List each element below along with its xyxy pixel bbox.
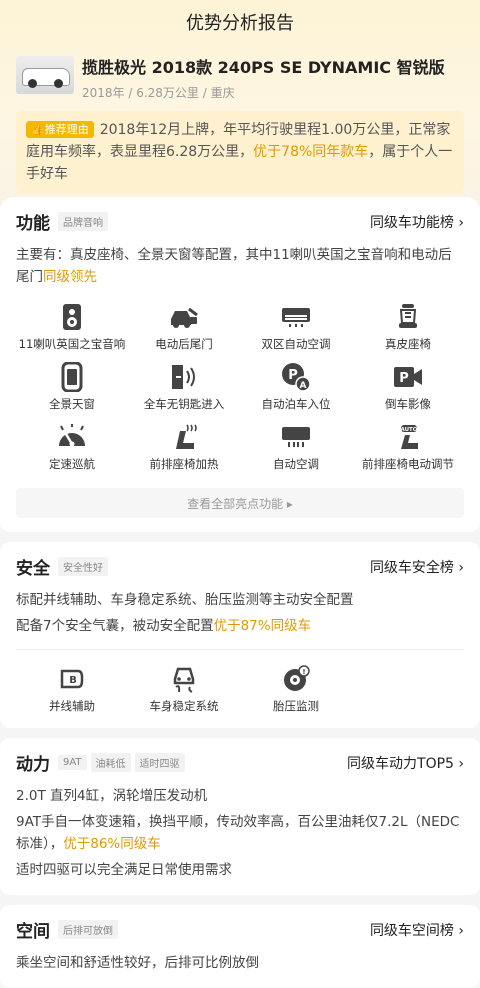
svg-text:A: A: [300, 381, 307, 391]
car-thumbnail: [16, 56, 74, 94]
ac-icon: [281, 302, 311, 332]
feature-item[interactable]: 定速巡航: [16, 422, 128, 472]
top-banner: 优势分析报告 揽胜极光 2018款 240PS SE DYNAMIC 智锐版 2…: [0, 0, 480, 207]
function-rank-link[interactable]: 同级车功能榜 ›: [370, 212, 464, 232]
view-all-features-button[interactable]: 查看全部亮点功能 ▸: [16, 488, 464, 518]
reason-highlight: 优于78%同年款车: [253, 144, 369, 160]
function-features: 11喇叭英国之宝音响 电动后尾门 双区自动空调 真皮座椅 全景天窗 全车无钥匙进…: [16, 302, 464, 472]
power-chip: 油耗低: [90, 753, 131, 772]
divider: [16, 649, 464, 650]
function-card: 功能 品牌音响 同级车功能榜 › 主要有：真皮座椅、全景天窗等配置，其中11喇叭…: [0, 197, 480, 532]
function-chip: 品牌音响: [58, 212, 108, 231]
svg-text:P: P: [399, 371, 409, 386]
space-title: 空间: [16, 922, 50, 942]
safety-text-2: 配备7个安全气囊，被动安全配置优于87%同级车: [16, 618, 312, 634]
page-title: 优势分析报告: [186, 13, 294, 34]
power-card: 动力 9AT 油耗低 适时四驱 同级车动力TOP5 › 2.0T 直列4缸，涡轮…: [0, 738, 480, 895]
thumb-up-icon: 👍: [31, 123, 45, 136]
cruise-icon: [57, 422, 87, 452]
svg-text:B: B: [69, 675, 77, 686]
car-meta: 2018年 / 6.28万公里 / 重庆: [82, 86, 235, 100]
power-line-2: 9AT手自一体变速箱，换挡平顺，传动效率高，百公里油耗仅7.2L（NEDC标准）…: [16, 814, 460, 852]
svg-text:!: !: [302, 668, 305, 676]
sunroof-icon: [57, 362, 87, 392]
seat-icon: [393, 302, 423, 332]
tire-pressure-icon: !: [281, 664, 311, 694]
feature-item[interactable]: 电动后尾门: [128, 302, 240, 352]
feature-item[interactable]: AUTO 前排座椅电动调节: [352, 422, 464, 472]
feature-item[interactable]: PA 自动泊车入位: [240, 362, 352, 412]
power-title: 动力: [16, 755, 50, 775]
stability-icon: [169, 664, 199, 694]
feature-item[interactable]: P 倒车影像: [352, 362, 464, 412]
seat-heat-icon: [169, 422, 199, 452]
lane-assist-icon: B: [57, 664, 87, 694]
svg-text:AUTO: AUTO: [401, 427, 418, 433]
recommend-reason: 👍推荐理由 2018年12月上牌，年平均行驶里程1.00万公里，正常家庭用车频率…: [16, 111, 464, 193]
space-text: 乘坐空间和舒适性较好，后排可比例放倒: [16, 955, 259, 971]
feature-item[interactable]: 自动空调: [240, 422, 352, 472]
safety-title: 安全: [16, 559, 50, 579]
feature-item[interactable]: B 并线辅助: [16, 664, 128, 714]
safety-text-1: 标配并线辅助、车身稳定系统、胎压监测等主动安全配置: [16, 592, 354, 608]
safety-chip: 安全性好: [58, 557, 108, 576]
feature-item[interactable]: 车身稳定系统: [128, 664, 240, 714]
feature-item[interactable]: 双区自动空调: [240, 302, 352, 352]
function-text: 主要有：真皮座椅、全景天窗等配置，其中11喇叭英国之宝音响和电动后尾门同级领先: [16, 247, 452, 285]
safety-features: B 并线辅助 车身稳定系统 ! 胎压监测: [16, 664, 464, 714]
recommend-tag: 👍推荐理由: [26, 121, 94, 138]
safety-card: 安全 安全性好 同级车安全榜 › 标配并线辅助、车身稳定系统、胎压监测等主动安全…: [0, 542, 480, 728]
seat-adjust-icon: AUTO: [393, 422, 423, 452]
function-title: 功能: [16, 214, 50, 234]
auto-ac-icon: [281, 422, 311, 452]
rear-camera-icon: P: [393, 362, 423, 392]
auto-park-icon: PA: [281, 362, 311, 392]
car-name: 揽胜极光 2018款 240PS SE DYNAMIC 智锐版: [82, 58, 445, 77]
power-chip: 适时四驱: [134, 753, 185, 772]
speaker-icon: [57, 302, 87, 332]
power-line-3: 适时四驱可以完全满足日常使用需求: [16, 862, 232, 878]
space-chip: 后排可放倒: [58, 920, 118, 939]
feature-item[interactable]: 全景天窗: [16, 362, 128, 412]
power-rank-link[interactable]: 同级车动力TOP5 ›: [347, 753, 464, 773]
tailgate-icon: [169, 302, 199, 332]
feature-item[interactable]: 真皮座椅: [352, 302, 464, 352]
feature-item[interactable]: 11喇叭英国之宝音响: [16, 302, 128, 352]
space-rank-link[interactable]: 同级车空间榜 ›: [370, 920, 464, 940]
feature-item[interactable]: 全车无钥匙进入: [128, 362, 240, 412]
car-summary[interactable]: 揽胜极光 2018款 240PS SE DYNAMIC 智锐版 2018年 / …: [0, 44, 480, 101]
space-card: 空间 后排可放倒 同级车空间榜 › 乘坐空间和舒适性较好，后排可比例放倒: [0, 905, 480, 988]
power-line-1: 2.0T 直列4缸，涡轮增压发动机: [16, 788, 208, 804]
keyless-icon: [169, 362, 199, 392]
feature-item[interactable]: ! 胎压监测: [240, 664, 352, 714]
power-chip: 9AT: [58, 755, 87, 770]
feature-item[interactable]: 前排座椅加热: [128, 422, 240, 472]
safety-rank-link[interactable]: 同级车安全榜 ›: [370, 557, 464, 577]
